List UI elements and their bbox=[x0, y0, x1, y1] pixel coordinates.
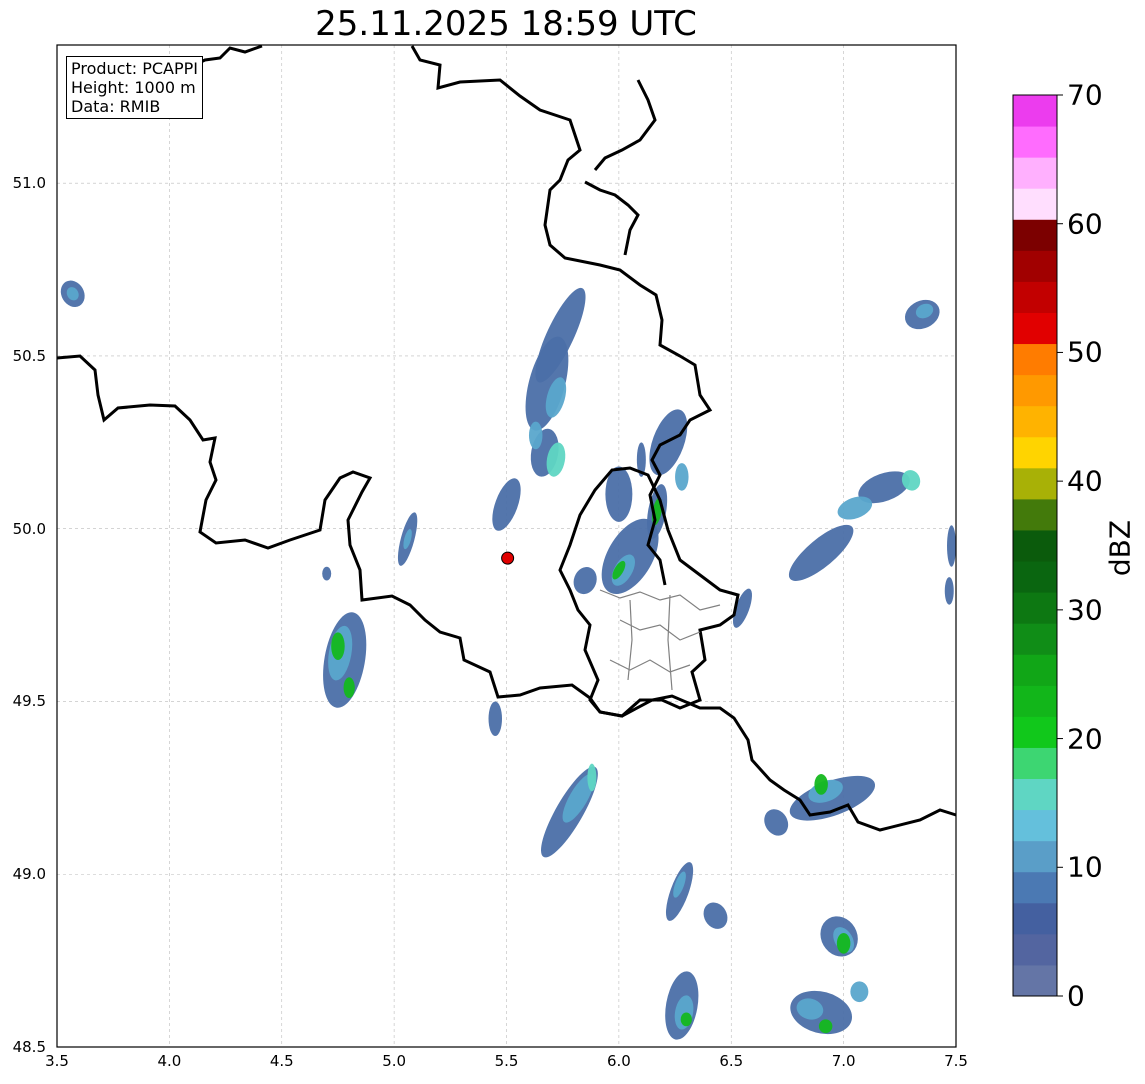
x-tick-label: 3.5 bbox=[45, 1052, 69, 1070]
colorbar-segment bbox=[1013, 964, 1057, 997]
colorbar-segment bbox=[1013, 219, 1057, 251]
x-tick-label: 7.0 bbox=[831, 1052, 856, 1070]
y-tick-label: 50.5 bbox=[12, 346, 46, 365]
y-tick-label: 49.0 bbox=[12, 865, 46, 884]
echo-weak bbox=[703, 902, 728, 929]
colorbar-segment bbox=[1013, 902, 1057, 935]
colorbar-segment bbox=[1013, 250, 1057, 282]
colorbar-tick-label: 0 bbox=[1067, 979, 1085, 1013]
x-tick-label: 6.5 bbox=[719, 1052, 744, 1070]
echo-light bbox=[675, 463, 689, 491]
colorbar-tick-label: 10 bbox=[1067, 850, 1103, 884]
x-tick-label: 4.5 bbox=[269, 1052, 294, 1070]
echo-weak bbox=[944, 577, 954, 605]
echo-strong bbox=[818, 1019, 833, 1034]
echo-strong bbox=[343, 677, 355, 699]
echo-weak bbox=[764, 809, 789, 836]
echo-weak bbox=[322, 566, 332, 581]
colorbar-tick-label: 20 bbox=[1067, 722, 1103, 756]
x-tick-label: 7.5 bbox=[944, 1052, 968, 1070]
colorbar-segment bbox=[1013, 685, 1057, 717]
colorbar-segment bbox=[1013, 374, 1057, 407]
x-tick-label: 6.0 bbox=[606, 1052, 631, 1070]
colorbar-segment bbox=[1013, 933, 1057, 966]
border-germany-netherlands-east bbox=[584, 79, 657, 256]
colorbar-label: dBZ bbox=[1103, 519, 1137, 577]
echo-weak bbox=[573, 567, 597, 595]
echo-strong bbox=[836, 932, 851, 954]
colorbar-segment bbox=[1013, 840, 1057, 873]
colorbar-segment bbox=[1013, 654, 1057, 686]
colorbar-segment bbox=[1013, 561, 1057, 593]
echo-weak bbox=[947, 525, 956, 567]
colorbar-segment bbox=[1013, 312, 1057, 345]
echo-light bbox=[850, 981, 869, 1003]
echo-strong bbox=[331, 632, 345, 661]
colorbar-tick-label: 60 bbox=[1067, 207, 1103, 241]
colorbar-tick-label: 40 bbox=[1067, 464, 1103, 498]
colorbar-segment bbox=[1013, 809, 1057, 842]
colorbar-segment bbox=[1013, 592, 1057, 624]
echo-weak bbox=[788, 524, 854, 581]
echo-weak bbox=[492, 478, 521, 531]
colorbar-segment bbox=[1013, 436, 1057, 469]
colorbar-segment bbox=[1013, 126, 1057, 158]
echo-light bbox=[528, 421, 543, 450]
info-data: Data: RMIB bbox=[71, 97, 161, 116]
colorbar-segment bbox=[1013, 95, 1057, 127]
x-tick-label: 5.5 bbox=[494, 1052, 519, 1070]
colorbar-segment bbox=[1013, 871, 1057, 904]
colorbar-tick-label: 70 bbox=[1067, 78, 1103, 112]
echo-weak bbox=[488, 701, 503, 737]
colorbar-segment bbox=[1013, 281, 1057, 313]
echo-moderate bbox=[587, 763, 597, 792]
colorbar-segment bbox=[1013, 343, 1057, 376]
colorbar-tick-label: 30 bbox=[1067, 593, 1103, 627]
echo-strong bbox=[680, 1012, 692, 1027]
colorbar-segment bbox=[1013, 498, 1057, 531]
colorbar-segment bbox=[1013, 623, 1057, 655]
info-height: Height: 1000 m bbox=[71, 78, 196, 97]
colorbar-tick-label: 50 bbox=[1067, 335, 1103, 369]
y-tick-label: 49.5 bbox=[12, 692, 46, 711]
y-tick-label: 51.0 bbox=[12, 174, 46, 193]
colorbar-segment bbox=[1013, 747, 1057, 780]
radar-echoes bbox=[60, 280, 956, 1040]
colorbar-segment bbox=[1013, 405, 1057, 438]
y-tick-label: 48.5 bbox=[12, 1038, 46, 1056]
radar-map[interactable] bbox=[0, 0, 1145, 1084]
colorbar-segment bbox=[1013, 529, 1057, 562]
y-tick-label: 50.0 bbox=[12, 519, 46, 538]
colorbar-segment bbox=[1013, 467, 1057, 500]
colorbar-segment bbox=[1013, 716, 1057, 748]
x-tick-label: 4.0 bbox=[157, 1052, 182, 1070]
colorbar-segment bbox=[1013, 157, 1057, 189]
x-tick-label: 5.0 bbox=[382, 1052, 407, 1070]
info-box: Product: PCAPPI Height: 1000 m Data: RMI… bbox=[66, 56, 204, 119]
colorbar bbox=[1012, 94, 1063, 997]
colorbar-segment bbox=[1013, 778, 1057, 811]
info-product: Product: PCAPPI bbox=[71, 59, 199, 78]
echo-strong bbox=[814, 774, 828, 795]
radar-site-marker[interactable] bbox=[501, 551, 515, 565]
colorbar-segment bbox=[1013, 188, 1057, 220]
